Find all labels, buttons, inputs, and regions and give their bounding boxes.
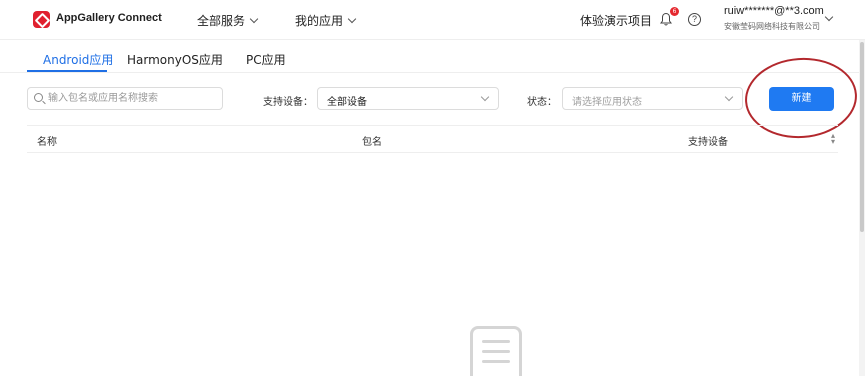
column-header-devices[interactable]: 支持设备: [688, 133, 728, 148]
scrollbar-thumb[interactable]: [860, 42, 864, 232]
search-input[interactable]: [48, 89, 218, 108]
device-select[interactable]: 全部设备: [317, 87, 499, 110]
notification-badge: 6: [670, 7, 679, 16]
demo-project-link[interactable]: 体验演示项目: [580, 12, 652, 29]
tabs-divider: [0, 72, 859, 73]
sort-icon[interactable]: ▴ ▾: [831, 132, 835, 146]
status-select-placeholder: 请选择应用状态: [572, 97, 642, 108]
nav-my-apps[interactable]: 我的应用: [295, 12, 357, 29]
device-filter-label: 支持设备：: [263, 97, 313, 108]
tab-android[interactable]: Android应用: [43, 51, 113, 68]
column-header-package[interactable]: 包名: [362, 133, 382, 148]
chevron-down-icon: [249, 14, 259, 24]
brand-name[interactable]: AppGallery Connect: [56, 12, 162, 24]
top-bar: AppGallery Connect 全部服务 我的应用 体验演示项目 6 ? …: [0, 0, 865, 40]
search-icon: [34, 93, 43, 102]
nav-my-apps-label: 我的应用: [295, 14, 344, 28]
empty-document-icon: [470, 326, 522, 376]
chevron-down-icon[interactable]: [824, 12, 834, 22]
help-icon[interactable]: ?: [688, 13, 701, 26]
tab-pc[interactable]: PC应用: [246, 51, 286, 68]
user-email[interactable]: ruiw*******@**3.com: [724, 5, 824, 17]
column-header-name[interactable]: 名称: [37, 133, 57, 148]
search-box[interactable]: [27, 87, 223, 110]
user-company: 安徽莹码网络科技有限公司: [724, 22, 820, 31]
chevron-down-icon: [480, 92, 490, 102]
status-filter-label: 状态：: [527, 97, 557, 108]
status-select[interactable]: 请选择应用状态: [562, 87, 743, 110]
chevron-down-icon: [724, 92, 734, 102]
nav-all-services-label: 全部服务: [197, 14, 246, 28]
tab-harmonyos[interactable]: HarmonyOS应用: [127, 51, 223, 68]
chevron-down-icon: [347, 14, 357, 24]
nav-all-services[interactable]: 全部服务: [197, 12, 259, 29]
device-select-value: 全部设备: [327, 97, 367, 108]
app-logo-icon[interactable]: [33, 11, 50, 28]
